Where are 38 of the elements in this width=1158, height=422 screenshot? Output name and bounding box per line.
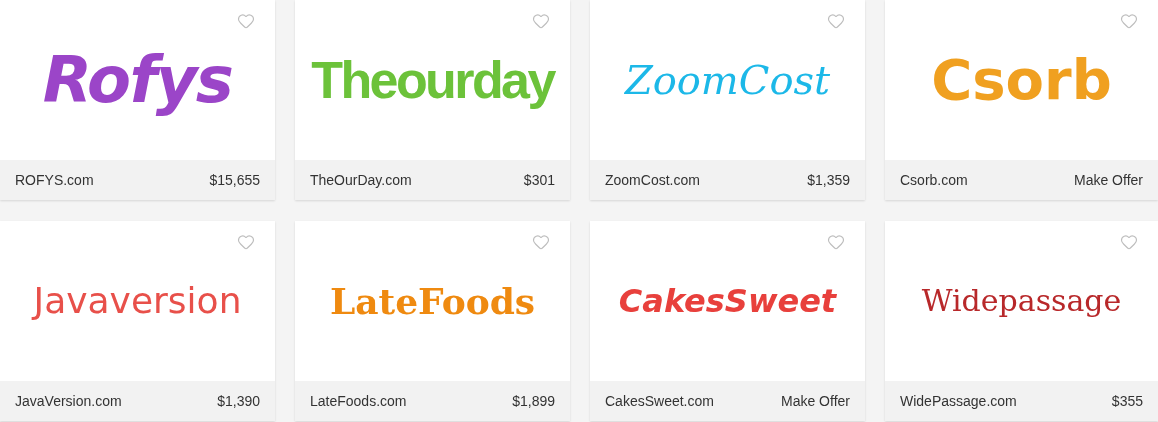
domain-name[interactable]: WidePassage.com <box>900 390 1017 412</box>
domain-name[interactable]: TheOurDay.com <box>310 169 412 191</box>
favorite-icon[interactable] <box>237 233 255 251</box>
price: $1,359 <box>807 170 850 190</box>
domain-name[interactable]: JavaVersion.com <box>15 390 122 412</box>
price: Make Offer <box>1074 170 1143 190</box>
domain-card[interactable]: Theourday TheOurDay.com $301 <box>295 0 570 200</box>
favorite-icon[interactable] <box>237 12 255 30</box>
price: $1,899 <box>512 391 555 411</box>
favorite-icon[interactable] <box>1120 233 1138 251</box>
logo-wordmark: Widepassage <box>921 286 1122 316</box>
domain-card[interactable]: LateFoods LateFoods.com $1,899 <box>295 221 570 421</box>
domain-name[interactable]: Csorb.com <box>900 169 968 191</box>
logo-wordmark: ZoomCost <box>624 60 831 100</box>
price: $15,655 <box>209 170 260 190</box>
domain-card[interactable]: Javaversion JavaVersion.com $1,390 <box>0 221 275 421</box>
price: Make Offer <box>781 391 850 411</box>
domain-name[interactable]: CakesSweet.com <box>605 390 714 412</box>
logo-wordmark: LateFoods <box>329 283 536 319</box>
price: $355 <box>1111 391 1143 411</box>
domain-name[interactable]: ROFYS.com <box>15 169 94 191</box>
domain-card[interactable]: CakesSweet CakesSweet.com Make Offer <box>590 221 865 421</box>
domain-card[interactable]: Csorb Csorb.com Make Offer <box>885 0 1158 200</box>
domain-name[interactable]: ZoomCost.com <box>605 169 700 191</box>
domain-card[interactable]: Rofys ROFYS.com $15,655 <box>0 0 275 200</box>
logo-wordmark: CakesSweet <box>618 285 837 317</box>
favorite-icon[interactable] <box>532 12 550 30</box>
logo-wordmark: Csorb <box>931 52 1112 108</box>
favorite-icon[interactable] <box>827 233 845 251</box>
domain-card[interactable]: Widepassage WidePassage.com $355 <box>885 221 1158 421</box>
price: $301 <box>523 170 555 190</box>
favorite-icon[interactable] <box>1120 12 1138 30</box>
domain-card[interactable]: ZoomCost ZoomCost.com $1,359 <box>590 0 865 200</box>
domain-name[interactable]: LateFoods.com <box>310 390 407 412</box>
logo-wordmark: Javaversion <box>33 283 242 319</box>
favorite-icon[interactable] <box>532 233 550 251</box>
price: $1,390 <box>217 391 260 411</box>
favorite-icon[interactable] <box>827 12 845 30</box>
